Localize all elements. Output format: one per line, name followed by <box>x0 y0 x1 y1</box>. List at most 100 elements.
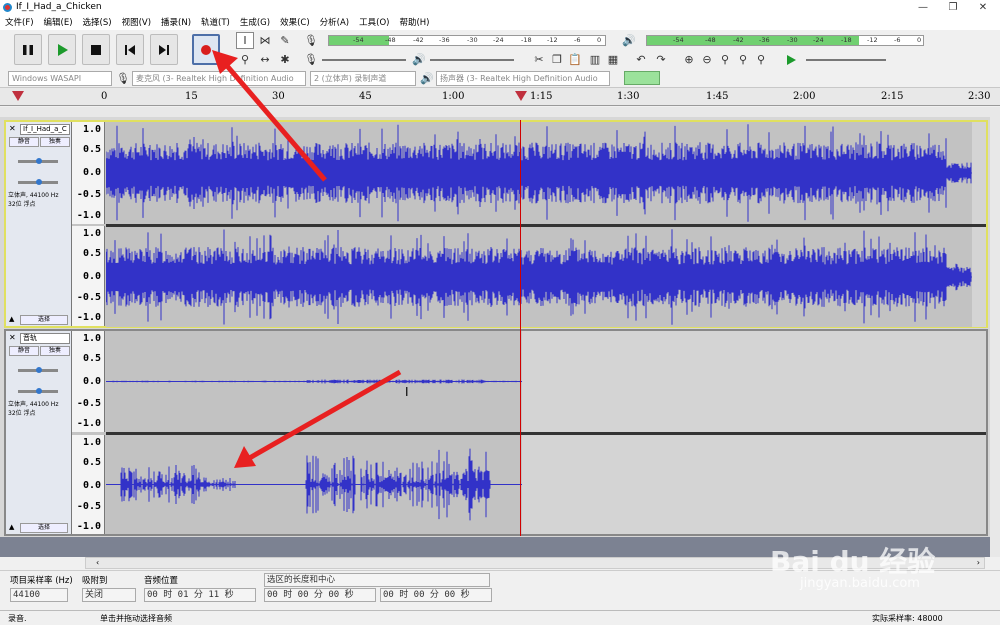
menu-edit[interactable]: 编辑(E) <box>39 16 78 30</box>
multi-tool-button[interactable]: ✱ <box>276 51 294 68</box>
track-2-name[interactable]: 音轨 <box>20 333 70 344</box>
scale-label: -0.5 <box>76 398 101 409</box>
scale-label: -0.5 <box>76 292 101 303</box>
record-meter[interactable]: -54 -48 -42 -36 -30 -24 -18 -12 -6 0 <box>328 35 606 46</box>
zoom-out-icon: ⊖ <box>702 53 712 66</box>
menu-analyze[interactable]: 分析(A) <box>315 16 354 30</box>
track-2: ✕ 音轨 静音 独奏 立体声, 44100 Hz 32位 浮点 选择 ▲ 1.0… <box>4 329 988 536</box>
scale-label: 0.0 <box>82 271 101 282</box>
collapse-icon[interactable]: ▲ <box>9 523 14 531</box>
recording-device-select[interactable]: 麦克风 (3- Realtek High Definition Audio <box>132 71 306 86</box>
zoom-toggle-button[interactable]: ⚲ <box>752 51 770 68</box>
menu-file[interactable]: 文件(F) <box>0 16 39 30</box>
slider-knob[interactable] <box>36 367 42 373</box>
zoom-out-button[interactable]: ⊖ <box>698 51 716 68</box>
redo-button[interactable]: ↷ <box>652 51 670 68</box>
track-1-mute-button[interactable]: 静音 <box>9 137 39 147</box>
stop-button[interactable] <box>82 34 110 65</box>
track-2-solo-button[interactable]: 独奏 <box>40 346 70 356</box>
menu-help[interactable]: 帮助(H) <box>394 16 434 30</box>
pause-button[interactable] <box>14 34 42 65</box>
silence-button[interactable]: ▦ <box>604 51 622 68</box>
playhead-start-marker-icon <box>12 91 24 101</box>
fit-project-button[interactable]: ⚲ <box>734 51 752 68</box>
collapse-icon[interactable]: ▲ <box>9 315 14 323</box>
timeline-tick: 0 <box>101 91 108 102</box>
playback-volume-slider[interactable] <box>430 59 514 61</box>
playhead-marker-icon <box>515 91 527 101</box>
menu-generate[interactable]: 生成(G) <box>235 16 275 30</box>
timeshift-tool-button[interactable]: ↔ <box>256 51 274 68</box>
timeline-ruler[interactable]: 0 15 30 45 1:00 1:15 1:30 1:45 2:00 2:15… <box>0 88 1000 106</box>
close-button[interactable]: ✕ <box>968 0 998 16</box>
track-1-solo-button[interactable]: 独奏 <box>40 137 70 147</box>
track-2-format: 立体声, 44100 Hz <box>8 401 59 408</box>
menu-tools[interactable]: 工具(O) <box>354 16 394 30</box>
selection-tool-button[interactable]: I <box>236 32 254 49</box>
track-1-name[interactable]: If_I_Had_a_C <box>20 124 70 135</box>
track-2-mute-button[interactable]: 静音 <box>9 346 39 356</box>
undo-button[interactable]: ↶ <box>632 51 650 68</box>
meter-tick: -18 <box>841 36 852 44</box>
menu-view[interactable]: 视图(V) <box>117 16 156 30</box>
speaker-icon: 🔊 <box>420 72 434 85</box>
paste-button[interactable]: 📋 <box>566 51 584 68</box>
slider-knob[interactable] <box>36 388 42 394</box>
menu-effect[interactable]: 效果(C) <box>275 16 315 30</box>
minimize-button[interactable]: — <box>908 0 938 16</box>
menu-transport[interactable]: 播录(N) <box>156 16 196 30</box>
recording-volume-slider[interactable] <box>322 59 406 61</box>
cut-button[interactable]: ✂ <box>530 51 548 68</box>
scroll-left-icon[interactable]: ‹ <box>96 558 99 567</box>
play-speed-slider[interactable] <box>806 59 886 61</box>
copy-button[interactable]: ❐ <box>548 51 566 68</box>
skip-to-start-button[interactable] <box>116 34 144 65</box>
project-rate-select[interactable]: 44100 <box>10 588 68 602</box>
skip-to-end-button[interactable] <box>150 34 178 65</box>
fit-selection-button[interactable]: ⚲ <box>716 51 734 68</box>
track-1-select-button[interactable]: 选择 <box>20 315 68 325</box>
draw-tool-button[interactable]: ✎ <box>276 32 294 49</box>
timeline-tick: 2:00 <box>793 91 816 102</box>
zoom-in-button[interactable]: ⊕ <box>680 51 698 68</box>
track-1-right-waveform[interactable] <box>106 227 986 327</box>
selection-start-field[interactable]: 00 时 00 分 00 秒 <box>264 588 376 602</box>
track-2-bitdepth: 32位 浮点 <box>8 410 36 417</box>
playback-device-select[interactable]: 扬声器 (3- Realtek High Definition Audio <box>436 71 610 86</box>
record-button[interactable] <box>192 34 220 65</box>
scale-label: 0.0 <box>82 167 101 178</box>
snap-to-select[interactable]: 关闭 <box>82 588 136 602</box>
maximize-button[interactable]: ❐ <box>938 0 968 16</box>
empty-region <box>972 227 986 327</box>
scale-label: 0.5 <box>82 353 101 364</box>
silence-icon: ▦ <box>607 53 619 66</box>
slider-knob[interactable] <box>36 179 42 185</box>
envelope-tool-button[interactable]: ⋈ <box>256 32 274 49</box>
track-2-left-waveform[interactable] <box>106 331 986 432</box>
slider-knob[interactable] <box>36 158 42 164</box>
recording-channels-select[interactable]: 2 (立体声) 录制声道 <box>310 71 416 86</box>
track-2-right-waveform[interactable] <box>106 435 986 534</box>
selection-mode-select[interactable]: 选区的长度和中心 <box>264 573 490 587</box>
zoom-tool-button[interactable]: ⚲ <box>236 51 254 68</box>
scale-label: 0.0 <box>82 376 101 387</box>
play-button[interactable] <box>48 34 76 65</box>
selection-end-field[interactable]: 00 时 00 分 00 秒 <box>380 588 492 602</box>
menu-tracks[interactable]: 轨道(T) <box>196 16 235 30</box>
empty-region <box>522 331 986 432</box>
playback-meter[interactable]: -54 -48 -42 -36 -30 -24 -18 -12 -6 0 <box>646 35 924 46</box>
menu-select[interactable]: 选择(S) <box>78 16 117 30</box>
audio-position-field[interactable]: 00 时 01 分 11 秒 <box>144 588 256 602</box>
track-close-button[interactable]: ✕ <box>9 124 16 133</box>
play-at-speed-button[interactable] <box>782 51 800 68</box>
track-1-left-waveform[interactable] <box>106 122 986 224</box>
timeline-tick: 45 <box>359 91 372 102</box>
track-close-button[interactable]: ✕ <box>9 333 16 342</box>
timer-toolbar[interactable] <box>624 71 660 85</box>
scroll-right-icon[interactable]: › <box>977 558 980 567</box>
snap-to-label: 吸附到 <box>82 576 108 586</box>
audio-host-select[interactable]: Windows WASAPI <box>8 71 112 86</box>
track-2-select-button[interactable]: 选择 <box>20 523 68 533</box>
vertical-scrollbar[interactable] <box>990 117 1000 557</box>
trim-button[interactable]: ▥ <box>586 51 604 68</box>
